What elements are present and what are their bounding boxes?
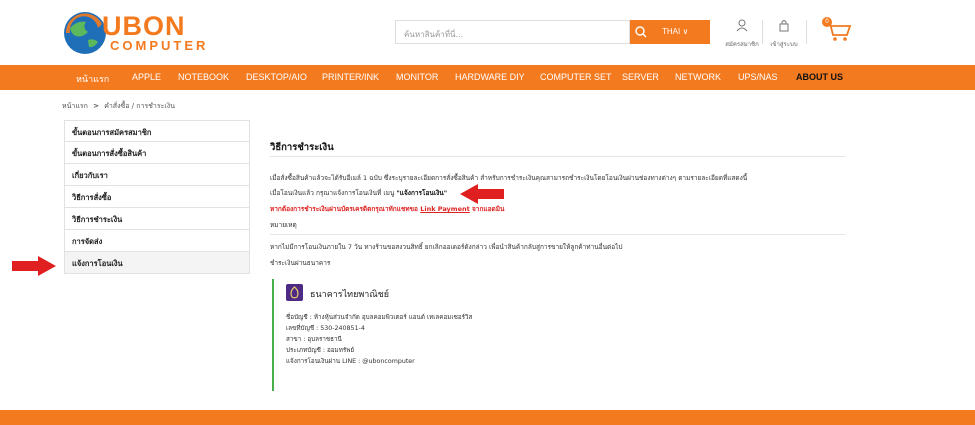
cart-button[interactable]: 0: [820, 17, 854, 43]
nav-item-notebook[interactable]: NOTEBOOK: [178, 72, 229, 82]
note-text: หากไม่มีการโอนเงินภายใน 7 วัน ทางร้านขอส…: [270, 243, 623, 251]
nav-item-about-us[interactable]: ABOUT US: [796, 72, 843, 82]
credit-card-suffix: จากแอดมิน: [469, 205, 505, 213]
sidebar-item-payment[interactable]: วิธีการชำระเงิน: [64, 208, 250, 230]
nav-item-computer-set[interactable]: COMPUTER SET: [540, 72, 612, 82]
search-icon: [635, 26, 647, 38]
login-label: เข้าสู่ระบบ: [770, 41, 798, 48]
main-nav: หน้าแรก APPLE NOTEBOOK DESKTOP/AIO PRINT…: [0, 65, 975, 90]
note-label: หมายเหตุ: [270, 221, 297, 229]
register-label: สมัครสมาชิก: [725, 41, 759, 48]
nav-item-server[interactable]: SERVER: [622, 72, 659, 82]
sidebar-item-register-steps[interactable]: ขั้นตอนการสมัครสมาชิก: [64, 120, 250, 142]
nav-item-home[interactable]: หน้าแรก: [76, 72, 109, 86]
credit-card-prefix: หากต้องการชำระเงินผ่านบัตรเครดิตกรุณาทัก…: [270, 205, 421, 213]
bank-line-notify: แจ้งการโอนเงินผ่าน LINE : @uboncomputer: [286, 358, 415, 365]
site-header: UBON COMPUTER ค้นหาสินค้าที่นี่... THAI …: [0, 0, 975, 65]
nav-item-apple[interactable]: APPLE: [132, 72, 161, 82]
sidebar-item-payment-notify[interactable]: แจ้งการโอนเงิน: [64, 252, 250, 274]
divider: [270, 156, 845, 157]
payment-intro-text: เมื่อสั่งซื้อสินค้าแล้วจะได้รับอีเมล์ 1 …: [270, 174, 748, 182]
notify-prefix: เมื่อโอนเงินแล้ว กรุณาแจ้งการโอนเงินที่ …: [270, 189, 397, 197]
nav-item-monitor[interactable]: MONITOR: [396, 72, 438, 82]
nav-item-printer-ink[interactable]: PRINTER/INK: [322, 72, 379, 82]
register-link[interactable]: สมัครสมาชิก: [722, 17, 762, 48]
cart-count-badge: 0: [822, 17, 832, 27]
logo-subtitle: COMPUTER: [110, 38, 209, 53]
bank-account-name: ชื่อบัญชี : ห้างหุ้นส่วนจำกัด อุบลคอมพิว…: [286, 314, 473, 321]
scb-bank-logo: [286, 284, 303, 301]
nav-item-network[interactable]: NETWORK: [675, 72, 721, 82]
site-footer: [0, 410, 975, 425]
red-arrow-icon: [460, 184, 504, 204]
divider: [270, 234, 845, 235]
red-arrow-icon: [12, 256, 56, 276]
breadcrumb-home[interactable]: หน้าแรก: [62, 102, 88, 110]
nav-item-desktop-aio[interactable]: DESKTOP/AIO: [246, 72, 307, 82]
sidebar-item-how-to-order[interactable]: วิธีการสั่งซื้อ: [64, 186, 250, 208]
breadcrumb: หน้าแรก > คำสั่งซื้อ / การชำระเงิน: [62, 101, 175, 112]
bank-account-card: ธนาคารไทยพาณิชย์ ชื่อบัญชี : ห้างหุ้นส่ว…: [272, 279, 552, 391]
nav-item-ups-nas[interactable]: UPS/NAS: [738, 72, 778, 82]
bank-name: ธนาคารไทยพาณิชย์: [310, 290, 390, 300]
bank-logo-icon: [290, 286, 299, 299]
login-link[interactable]: เข้าสู่ระบบ: [764, 17, 804, 48]
page-title: วิธีการชำระเงิน: [270, 142, 334, 153]
register-user-icon: [736, 19, 748, 32]
sidebar: ขั้นตอนการสมัครสมาชิก ขั้นตอนการสั่งซื้อ…: [64, 120, 250, 274]
search-input[interactable]: ค้นหาสินค้าที่นี่...: [395, 20, 630, 44]
ubon-computer-logo[interactable]: UBON COMPUTER: [62, 8, 205, 58]
search-button[interactable]: [630, 20, 652, 44]
bank-heading: ชำระเงินผ่านธนาคาร: [270, 259, 331, 267]
sidebar-item-order-steps[interactable]: ขั้นตอนการสั่งซื้อสินค้า: [64, 142, 250, 164]
payment-notify-text: เมื่อโอนเงินแล้ว กรุณาแจ้งการโอนเงินที่ …: [270, 188, 447, 198]
lock-icon: [779, 20, 789, 32]
header-divider: [762, 20, 763, 44]
header-divider: [806, 20, 807, 44]
sidebar-item-about[interactable]: เกี่ยวกับเรา: [64, 164, 250, 186]
sidebar-item-shipping[interactable]: การจัดส่ง: [64, 230, 250, 252]
nav-item-hardware-diy[interactable]: HARDWARE DIY: [455, 72, 525, 82]
link-payment-link[interactable]: Link Payment: [420, 205, 470, 213]
notify-menu-name: "แจ้งการโอนเงิน": [396, 189, 448, 197]
bank-branch: สาขา : อุบลราชธานี: [286, 336, 342, 343]
language-select[interactable]: THAI ∨: [652, 20, 710, 44]
bank-account-type: ประเภทบัญชี : ออมทรัพย์: [286, 347, 355, 354]
breadcrumb-current: คำสั่งซื้อ / การชำระเงิน: [104, 102, 175, 110]
credit-card-text: หากต้องการชำระเงินผ่านบัตรเครดิตกรุณาทัก…: [270, 204, 504, 214]
breadcrumb-separator: >: [93, 102, 99, 110]
bank-account-number: เลขที่บัญชี : 530-240851-4: [286, 325, 365, 332]
